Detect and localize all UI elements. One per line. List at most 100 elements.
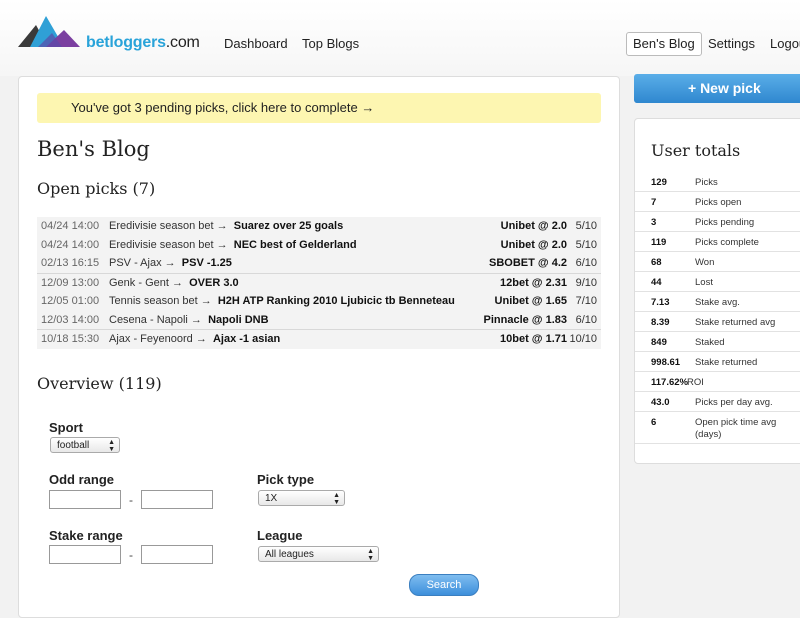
user-total-label: Won [695,257,715,268]
user-total-label: Picks pending [695,217,755,228]
pick-date: 04/24 14:00 [41,238,100,251]
pick-selection: PSV -1.25 [181,257,232,269]
pick-event: Genk - Gent → [109,276,183,289]
pick-row[interactable]: 10/18 15:30 Ajax - Feyenoord → Ajax -1 a… [37,329,601,349]
pick-type-select[interactable]: 1X ▲ ▼ [258,490,345,506]
user-total-row: 44 Lost [635,271,800,292]
pending-picks-notice-text[interactable]: You've got 3 pending picks, click here t… [71,93,374,123]
sport-select-value: football [57,440,90,451]
user-total-label: Open pick time avg (days) [695,417,777,440]
stake-range-max-input[interactable] [141,545,213,564]
odd-range-label: Odd range [49,472,115,487]
user-total-value: 3 [651,217,657,228]
user-total-label: Stake returned [695,357,758,368]
nav-dashboard[interactable]: Dashboard [224,36,288,51]
user-total-label: Stake avg. [695,297,740,308]
nav-settings[interactable]: Settings [708,36,755,51]
user-total-label: Stake returned avg [695,317,776,328]
user-total-label: Picks complete [695,237,759,248]
user-total-value: 7 [651,197,657,208]
new-pick-button[interactable]: + New pick [634,74,800,103]
stake-range-min-input[interactable] [49,545,121,564]
select-arrows-icon: ▲ ▼ [108,439,115,453]
user-total-row: 117.62% ROI [635,371,800,392]
overview-heading: Overview (119) [37,374,162,393]
pick-date: 02/13 16:15 [41,257,100,269]
pick-stake: 7/10 [575,295,597,307]
pick-stake: 6/10 [575,257,597,269]
pick-row[interactable]: 02/13 16:15 PSV - Ajax → PSV -1.25 SBOBE… [37,254,601,273]
user-total-label: Staked [695,337,725,348]
pick-odds: SBOBET @ 4.2 [489,257,567,269]
search-button[interactable]: Search [409,574,479,596]
pending-picks-notice[interactable]: You've got 3 pending picks, click here t… [37,93,601,123]
top-header: betloggers.com Dashboard Top Blogs Ben's… [0,0,800,76]
open-picks-table: 04/24 14:00 Eredivisie season bet → Suar… [37,217,601,349]
user-total-label: ROI [687,377,704,388]
user-total-row: 119 Picks complete [635,231,800,252]
pick-event: Eredivisie season bet → [109,238,228,251]
user-totals-panel: User totals 129 Picks 7 Picks open 3 Picks pe… [634,118,800,464]
pick-odds: Pinnacle @ 1.83 [483,313,568,326]
user-totals-title: User totals [651,141,741,160]
pick-event: Cesena - Napoli → [109,313,202,326]
pick-row[interactable]: 12/03 14:00 Cesena - Napoli → Napoli DNB… [37,310,601,329]
pick-odds: Unibet @ 2.0 [500,220,567,232]
user-total-row: 7.13 Stake avg. [635,291,800,312]
stake-range-label: Stake range [49,528,123,543]
pick-type-select-value: 1X [265,493,278,504]
user-total-value: 8.39 [651,317,670,328]
select-arrows-icon: ▲ ▼ [367,548,374,562]
pick-row[interactable]: 12/05 01:00 Tennis season bet → H2H ATP … [37,292,601,311]
logo[interactable] [18,16,82,50]
pick-selection: NEC best of Gelderland [233,238,357,251]
pick-event: PSV - Ajax → [109,257,176,269]
nav-my-blog-button[interactable]: Ben's Blog [626,32,702,56]
league-label: League [257,528,303,543]
user-total-value: 117.62% [651,377,688,388]
user-total-row: 68 Won [635,251,800,272]
pick-date: 12/03 14:00 [41,313,100,326]
select-arrows-icon: ▲ ▼ [333,492,340,506]
pick-selection: Napoli DNB [208,313,269,326]
user-total-row: 6 Open pick time avg (days) [635,411,800,444]
pick-stake: 5/10 [575,220,597,232]
odd-range-min-input[interactable] [49,490,121,509]
user-total-row: 129 Picks [635,171,800,192]
user-total-label: Picks per day avg. [695,397,773,408]
user-total-value: 7.13 [651,297,670,308]
stake-range-separator: - [129,548,133,562]
league-select[interactable]: All leagues ▲ ▼ [258,546,379,562]
pick-stake: 6/10 [575,313,597,326]
pick-odds: 10bet @ 1.71 [500,333,567,345]
page-title: Ben's Blog [37,137,150,161]
logo-text[interactable]: betloggers.com [86,34,200,52]
user-total-row: 8.39 Stake returned avg [635,311,800,332]
pick-date: 12/09 13:00 [41,276,100,289]
pick-row[interactable]: 12/09 13:00 Genk - Gent → OVER 3.0 12bet… [37,272,601,292]
open-picks-heading: Open picks (7) [37,179,156,198]
user-total-label: Picks open [695,197,742,208]
pick-row[interactable]: 04/24 14:00 Eredivisie season bet → NEC … [37,235,601,254]
mountain-logo-icon [18,16,80,47]
sport-select[interactable]: football ▲ ▼ [50,437,120,453]
user-total-row: 849 Staked [635,331,800,352]
pick-date: 10/18 15:30 [41,333,100,345]
logo-text-tld: .com [165,34,200,51]
pick-odds: Unibet @ 2.0 [500,238,567,251]
user-total-value: 44 [651,277,662,288]
odd-range-max-input[interactable] [141,490,213,509]
user-total-row: 3 Picks pending [635,211,800,232]
pick-date: 12/05 01:00 [41,295,100,307]
new-pick-button-label: + New pick [688,80,761,96]
pick-date: 04/24 14:00 [41,220,100,232]
user-total-row: 43.0 Picks per day avg. [635,391,800,412]
user-total-value: 43.0 [651,397,670,408]
nav-logout[interactable]: Logout [770,36,800,51]
pick-selection: H2H ATP Ranking 2010 Ljubicic tb Bennete… [217,295,455,307]
sport-label: Sport [49,420,83,435]
pick-type-label: Pick type [257,472,315,487]
pick-row[interactable]: 04/24 14:00 Eredivisie season bet → Suar… [37,217,601,236]
league-select-value: All leagues [265,549,314,560]
nav-top-blogs[interactable]: Top Blogs [302,36,359,51]
